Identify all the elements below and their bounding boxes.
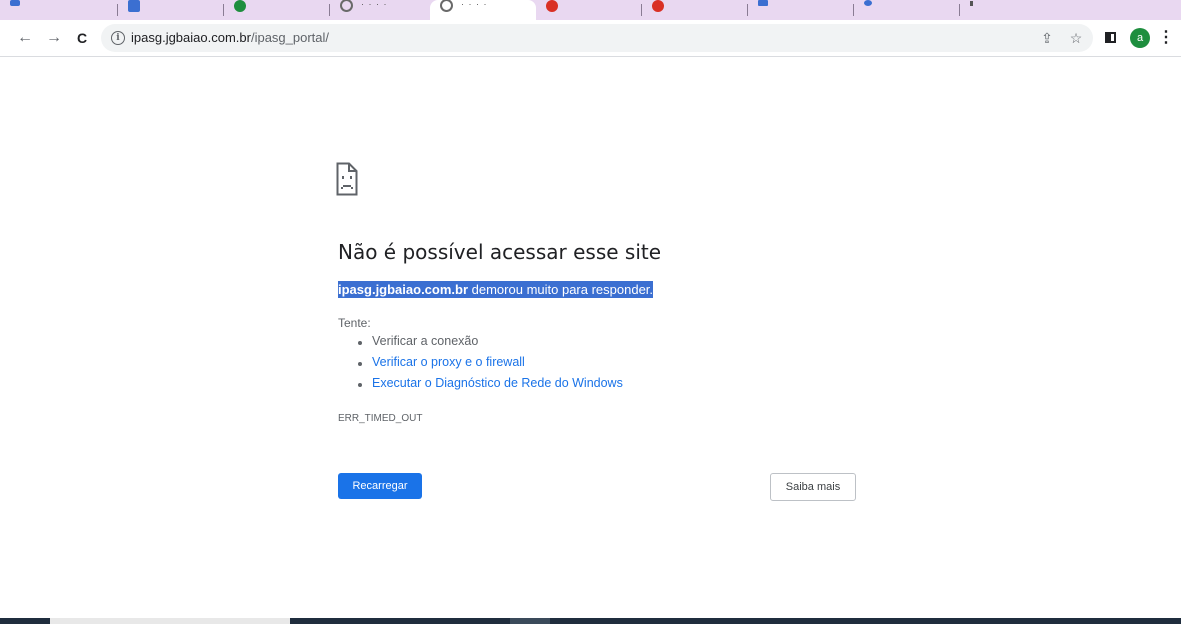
back-button[interactable]: ← — [13, 26, 37, 50]
address-bar[interactable]: i ipasg.jgbaiao.com.br/ipasg_portal/ ⇪ ☆ — [101, 24, 1093, 52]
sad-document-icon — [336, 162, 358, 196]
reload-page-button[interactable]: Recarregar — [338, 473, 422, 499]
tab-title: · · · · — [461, 0, 488, 9]
browser-tab-active[interactable]: · · · · — [430, 0, 536, 20]
suggestions-list: Verificar a conexão Verificar o proxy e … — [338, 334, 623, 397]
browser-tab[interactable] — [118, 0, 224, 20]
reload-button[interactable]: C — [70, 26, 94, 50]
site-info-icon[interactable]: i — [111, 31, 125, 45]
tab-favicon-icon — [340, 0, 353, 12]
forward-button[interactable]: → — [42, 26, 66, 50]
tab-favicon-icon — [546, 0, 558, 12]
tab-favicon-icon — [758, 0, 768, 6]
url-host: ipasg.jgbaiao.com.br — [131, 30, 251, 45]
suggestion-network-diagnostics-link[interactable]: Executar o Diagnóstico de Rede do Window… — [358, 376, 623, 397]
error-code: ERR_TIMED_OUT — [338, 413, 423, 424]
url-text[interactable]: ipasg.jgbaiao.com.br/ipasg_portal/ — [131, 30, 329, 45]
tab-favicon-icon — [652, 0, 664, 12]
browser-toolbar: ← → C i ipasg.jgbaiao.com.br/ipasg_porta… — [0, 20, 1181, 57]
tab-strip: · · · · · · · · — [0, 0, 1181, 20]
suggestion-check-connection: Verificar a conexão — [358, 334, 623, 355]
tab-title: · · · · — [361, 0, 388, 9]
profile-avatar[interactable]: a — [1130, 28, 1150, 48]
error-summary: ipasg.jgbaiao.com.br demorou muito para … — [338, 281, 654, 298]
browser-tab[interactable] — [748, 0, 854, 20]
share-icon[interactable]: ⇪ — [1038, 29, 1056, 47]
new-tab-icon — [970, 0, 973, 6]
tab-favicon-icon — [128, 0, 140, 12]
browser-tab[interactable] — [536, 0, 642, 20]
tab-favicon-icon — [234, 0, 246, 12]
error-host: ipasg.jgbaiao.com.br — [338, 282, 469, 297]
tab-favicon-icon — [440, 0, 453, 12]
browser-tab[interactable] — [224, 0, 330, 20]
reload-icon: C — [76, 30, 88, 46]
new-tab-area[interactable] — [960, 0, 1020, 20]
tab-favicon-icon — [10, 0, 20, 6]
back-arrow-icon: ← — [17, 29, 33, 46]
error-title: Não é possível acessar esse site — [338, 240, 662, 264]
taskbar-search-box[interactable] — [50, 618, 290, 624]
error-summary-text: demorou muito para responder. — [468, 282, 654, 297]
suggestion-check-proxy-link[interactable]: Verificar o proxy e o firewall — [358, 355, 623, 376]
bookmark-star-icon[interactable]: ☆ — [1067, 29, 1085, 47]
taskbar-app-icon[interactable] — [510, 618, 550, 624]
suggestions-heading: Tente: — [338, 316, 371, 330]
browser-tab[interactable] — [642, 0, 748, 20]
url-path: /ipasg_portal/ — [250, 30, 330, 45]
taskbar — [0, 618, 1181, 624]
browser-tab[interactable]: · · · · — [330, 0, 430, 20]
forward-arrow-icon: → — [46, 29, 62, 46]
tab-favicon-icon — [864, 0, 872, 6]
more-menu-icon[interactable]: ⋮ — [1158, 28, 1174, 48]
browser-tab[interactable] — [0, 0, 118, 20]
browser-tab[interactable] — [854, 0, 960, 20]
side-panel-icon[interactable] — [1105, 32, 1116, 43]
details-button[interactable]: Saiba mais — [770, 473, 856, 501]
